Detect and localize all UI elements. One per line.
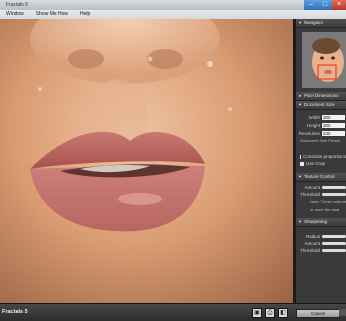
height-row: Height 300 — [296, 121, 346, 129]
image-canvas[interactable] — [0, 19, 293, 303]
texture-threshold-label: Threshold — [299, 192, 320, 197]
sharpen-threshold-slider[interactable] — [322, 249, 346, 252]
texture-amount-slider[interactable] — [322, 186, 346, 189]
menu-help[interactable]: Help — [74, 10, 96, 19]
navigator-thumbnail[interactable] — [302, 32, 346, 88]
resolution-input[interactable]: 240 — [322, 130, 345, 136]
width-label: Width — [308, 114, 320, 120]
use-crop-checkbox[interactable]: Use Crop — [296, 160, 346, 167]
window-controls: – □ × — [304, 0, 346, 10]
checkbox-box — [300, 161, 304, 166]
height-label: Height — [306, 122, 320, 128]
control-panel: ▾ Navigator ▸ Pixel Dimensions ▾ Document S… — [296, 19, 346, 303]
minimize-button[interactable]: – — [304, 0, 318, 10]
brand-label: Fractals 5 — [2, 309, 28, 315]
height-input[interactable]: 300 — [322, 122, 345, 128]
preset-label[interactable]: Document Size Preset — [296, 137, 346, 145]
texture-threshold-slider[interactable] — [322, 193, 346, 196]
texture-control-header[interactable]: ▾ Texture Control — [296, 173, 346, 182]
window-title: Fractals 5 — [6, 2, 28, 8]
maximize-button[interactable]: □ — [318, 0, 332, 10]
sharpen-threshold-row: Threshold — [296, 247, 346, 254]
sharpen-amount-row: Amount — [296, 240, 346, 247]
sharpen-radius-slider[interactable] — [322, 235, 346, 238]
ok-button[interactable] — [339, 309, 346, 316]
sharpen-amount-label: Amount — [304, 241, 320, 246]
sharpen-threshold-label: Threshold — [299, 248, 320, 253]
title-bar: Fractals 5 – □ × — [0, 0, 346, 10]
cancel-button[interactable]: Cancel — [296, 309, 340, 318]
navigator-header[interactable]: ▾ Navigator — [296, 19, 346, 28]
view-icon[interactable]: ◧ — [278, 308, 288, 318]
thumbnail-image — [302, 32, 346, 88]
status-bar: Fractals 5 ▣ ⎙ ◧ Cancel — [0, 303, 346, 321]
lock-icon — [300, 154, 301, 159]
sharpen-radius-row: Radius — [296, 233, 346, 240]
menu-show-me-how[interactable]: Show Me How — [30, 10, 74, 19]
texture-threshold-row: Threshold — [296, 191, 346, 198]
constrain-checkbox[interactable]: Constrain proportions — [296, 153, 346, 160]
close-button[interactable]: × — [332, 0, 346, 10]
resolution-label: Resolution — [298, 130, 320, 136]
menu-bar: Window Show Me How Help — [0, 10, 346, 19]
save-icon[interactable]: ▣ — [252, 308, 262, 318]
pixel-dimensions-header[interactable]: ▸ Pixel Dimensions — [296, 92, 346, 101]
texture-note-line1: Note: These controls are — [310, 199, 346, 204]
texture-amount-label: Amount — [304, 185, 320, 190]
sharpen-amount-slider[interactable] — [322, 242, 346, 245]
document-size-header[interactable]: ▾ Document Size — [296, 101, 346, 110]
width-row: Width 300 — [296, 113, 346, 121]
menu-window[interactable]: Window — [0, 10, 30, 19]
sharpen-radius-label: Radius — [305, 234, 320, 239]
sharpening-header[interactable]: ▾ Sharpening — [296, 218, 346, 227]
print-icon[interactable]: ⎙ — [265, 308, 275, 318]
texture-amount-row: Amount — [296, 184, 346, 191]
photo-preview — [0, 19, 293, 303]
width-input[interactable]: 300 — [322, 114, 345, 120]
texture-note-line2: or more the load — [310, 207, 340, 212]
resolution-row: Resolution 240 — [296, 129, 346, 137]
